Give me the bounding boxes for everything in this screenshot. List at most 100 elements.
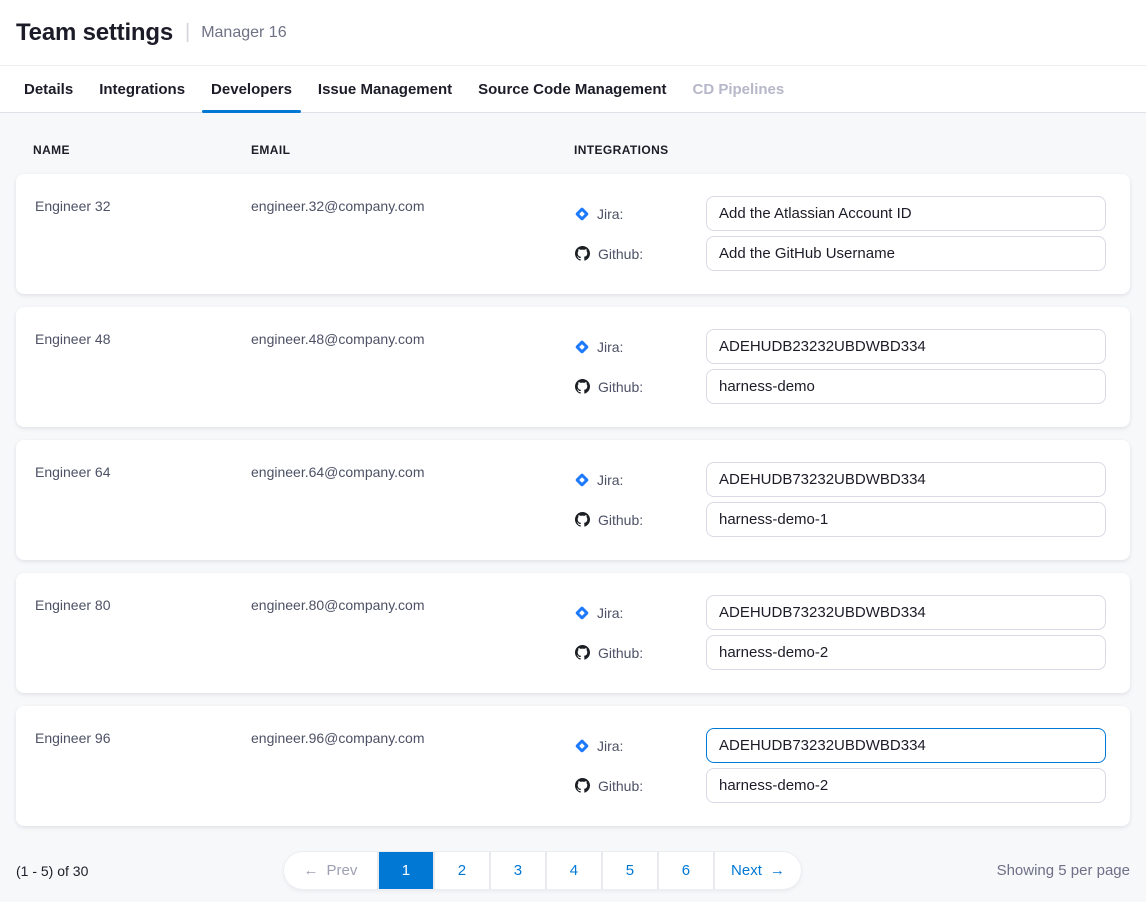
left-arrow-icon: ←: [304, 862, 319, 879]
jira-label: Jira:: [597, 339, 623, 355]
jira-integration-row: Jira:: [575, 462, 1106, 497]
column-header-email: EMAIL: [251, 143, 574, 157]
jira-integration-row: Jira:: [575, 595, 1106, 630]
table-column-header: NAME EMAIL INTEGRATIONS: [16, 113, 1130, 174]
jira-account-input[interactable]: [706, 196, 1106, 231]
integrations-cell: Jira: Github:: [559, 573, 1130, 693]
prev-label: Prev: [327, 862, 358, 879]
integrations-cell: Jira: Github:: [559, 307, 1130, 427]
developer-name: Engineer 48: [35, 307, 251, 427]
table-row: Engineer 32 engineer.32@company.com Jira…: [16, 174, 1130, 294]
page-title: Team settings: [16, 19, 173, 47]
github-icon: [575, 379, 590, 394]
jira-label: Jira:: [597, 472, 623, 488]
developer-email: engineer.64@company.com: [251, 440, 559, 560]
github-label: Github:: [598, 246, 643, 262]
title-separator: |: [185, 21, 190, 44]
github-integration-label: Github:: [575, 645, 706, 661]
tab-developers[interactable]: Developers: [211, 66, 292, 112]
page-header: Team settings | Manager 16: [0, 0, 1146, 66]
developer-email: engineer.48@company.com: [251, 307, 559, 427]
jira-label: Jira:: [597, 605, 623, 621]
github-integration-row: Github:: [575, 236, 1106, 271]
jira-integration-row: Jira:: [575, 329, 1106, 364]
table-row: Engineer 96 engineer.96@company.com Jira…: [16, 706, 1130, 826]
developer-email: engineer.96@company.com: [251, 706, 559, 826]
jira-account-input[interactable]: [706, 462, 1106, 497]
page-button-3[interactable]: 3: [491, 852, 545, 889]
developer-name: Engineer 96: [35, 706, 251, 826]
column-header-integrations: INTEGRATIONS: [574, 143, 1130, 157]
pagination-range-text: (1 - 5) of 30: [16, 863, 88, 879]
jira-integration-row: Jira:: [575, 196, 1106, 231]
developers-panel: NAME EMAIL INTEGRATIONS Engineer 32 engi…: [0, 113, 1146, 889]
github-username-input[interactable]: [706, 768, 1106, 803]
github-label: Github:: [598, 512, 643, 528]
jira-icon: [575, 606, 589, 620]
next-label: Next: [731, 862, 762, 879]
github-label: Github:: [598, 379, 643, 395]
github-integration-row: Github:: [575, 635, 1106, 670]
github-integration-label: Github:: [575, 246, 706, 262]
github-username-input[interactable]: [706, 369, 1106, 404]
page-button-5[interactable]: 5: [603, 852, 657, 889]
github-username-input[interactable]: [706, 635, 1106, 670]
github-integration-label: Github:: [575, 512, 706, 528]
table-row: Engineer 64 engineer.64@company.com Jira…: [16, 440, 1130, 560]
github-icon: [575, 512, 590, 527]
github-label: Github:: [598, 778, 643, 794]
prev-page-button: ← Prev: [284, 852, 377, 889]
github-icon: [575, 645, 590, 660]
github-integration-row: Github:: [575, 369, 1106, 404]
github-username-input[interactable]: [706, 502, 1106, 537]
tab-source-code-management[interactable]: Source Code Management: [478, 66, 666, 112]
developer-name: Engineer 80: [35, 573, 251, 693]
github-integration-label: Github:: [575, 379, 706, 395]
page-button-6[interactable]: 6: [659, 852, 713, 889]
jira-icon: [575, 207, 589, 221]
jira-integration-label: Jira:: [575, 605, 706, 621]
column-header-name: NAME: [33, 143, 251, 157]
jira-account-input[interactable]: [706, 728, 1106, 763]
github-integration-row: Github:: [575, 502, 1106, 537]
developer-email: engineer.32@company.com: [251, 174, 559, 294]
next-page-button[interactable]: Next →: [715, 852, 801, 889]
integrations-cell: Jira: Github:: [559, 174, 1130, 294]
github-icon: [575, 246, 590, 261]
tab-details[interactable]: Details: [24, 66, 73, 112]
jira-integration-label: Jira:: [575, 339, 706, 355]
github-integration-row: Github:: [575, 768, 1106, 803]
jira-label: Jira:: [597, 738, 623, 754]
jira-integration-label: Jira:: [575, 206, 706, 222]
jira-label: Jira:: [597, 206, 623, 222]
table-row: Engineer 48 engineer.48@company.com Jira…: [16, 307, 1130, 427]
jira-integration-row: Jira:: [575, 728, 1106, 763]
jira-icon: [575, 473, 589, 487]
jira-integration-label: Jira:: [575, 472, 706, 488]
github-username-input[interactable]: [706, 236, 1106, 271]
jira-account-input[interactable]: [706, 329, 1106, 364]
github-integration-label: Github:: [575, 778, 706, 794]
right-arrow-icon: →: [770, 862, 785, 879]
developer-name: Engineer 32: [35, 174, 251, 294]
jira-icon: [575, 739, 589, 753]
integrations-cell: Jira: Github:: [559, 440, 1130, 560]
jira-icon: [575, 340, 589, 354]
github-icon: [575, 778, 590, 793]
developer-email: engineer.80@company.com: [251, 573, 559, 693]
tab-bar: Details Integrations Developers Issue Ma…: [0, 66, 1146, 113]
page-button-1[interactable]: 1: [379, 852, 433, 889]
page-button-2[interactable]: 2: [435, 852, 489, 889]
tab-issue-management[interactable]: Issue Management: [318, 66, 452, 112]
jira-account-input[interactable]: [706, 595, 1106, 630]
github-label: Github:: [598, 645, 643, 661]
rows-container: Engineer 32 engineer.32@company.com Jira…: [16, 174, 1130, 826]
tab-integrations[interactable]: Integrations: [99, 66, 185, 112]
per-page-text: Showing 5 per page: [997, 862, 1130, 879]
jira-integration-label: Jira:: [575, 738, 706, 754]
pager: ← Prev 1 2 3 4 5 6 Next →: [284, 852, 801, 889]
tab-cd-pipelines: CD Pipelines: [693, 66, 785, 112]
integrations-cell: Jira: Github:: [559, 706, 1130, 826]
page-subtitle: Manager 16: [201, 24, 286, 42]
page-button-4[interactable]: 4: [547, 852, 601, 889]
